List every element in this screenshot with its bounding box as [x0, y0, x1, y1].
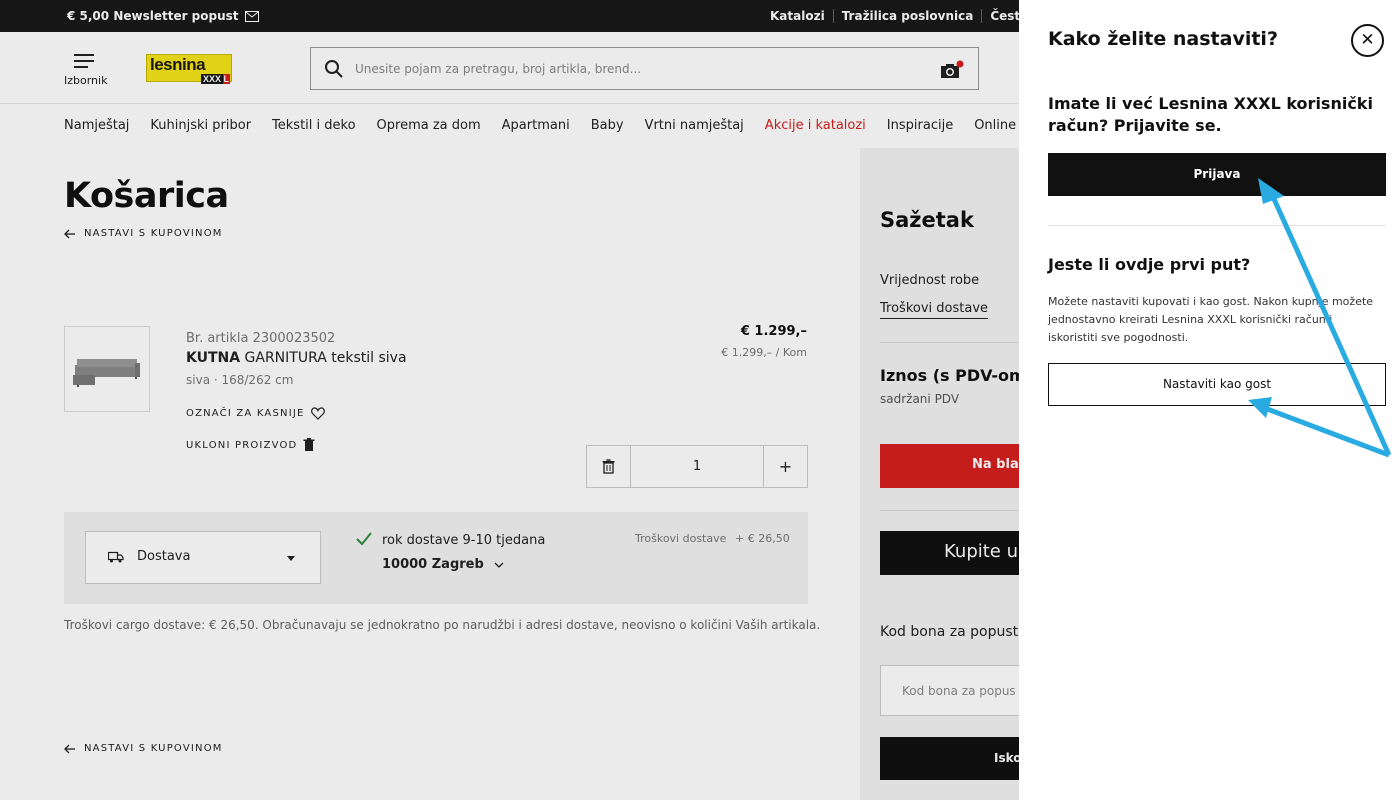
login-button[interactable]: Prijava	[1048, 153, 1386, 196]
checkout-options-modal: Kako želite nastaviti? ✕ Imate li već Le…	[1019, 0, 1400, 800]
guest-checkout-button[interactable]: Nastaviti kao gost	[1048, 363, 1386, 406]
close-icon[interactable]: ✕	[1351, 24, 1384, 57]
guest-text: Možete nastaviti kupovati i kao gost. Na…	[1048, 295, 1374, 344]
modal-title: Kako želite nastaviti?	[1048, 28, 1278, 50]
guest-heading: Jeste li ovdje prvi put?	[1048, 255, 1251, 274]
login-heading: Imate li već Lesnina XXXL korisnički rač…	[1048, 94, 1373, 135]
modal-divider	[1048, 225, 1386, 226]
